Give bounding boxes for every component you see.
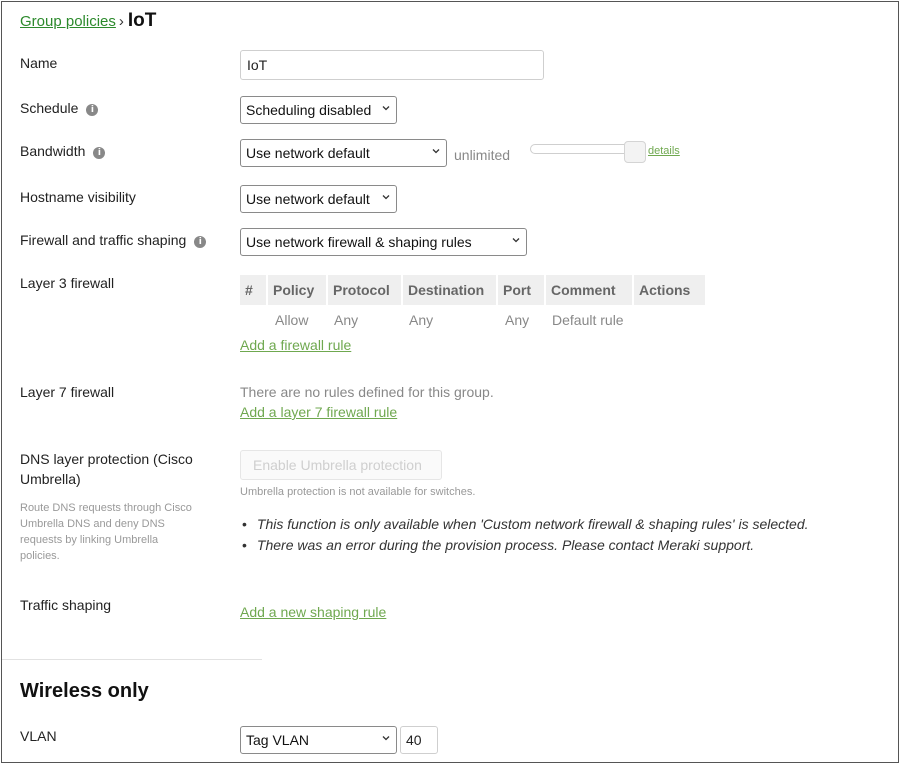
- schedule-label: Schedule: [20, 100, 79, 116]
- hostname-visibility-select[interactable]: Use network default: [240, 185, 397, 213]
- add-shaping-rule-link[interactable]: Add a new shaping rule: [240, 604, 386, 620]
- info-icon[interactable]: i: [86, 104, 99, 116]
- col-header-comment: Comment: [546, 275, 632, 305]
- dns-bullet-text: There was an error during the provision …: [256, 537, 755, 553]
- info-icon[interactable]: i: [194, 236, 207, 248]
- dns-protection-label-line1: DNS layer protection (Cisco: [20, 451, 193, 467]
- bandwidth-details-link[interactable]: details: [648, 145, 680, 157]
- cell-comment: Default rule: [552, 312, 624, 328]
- bandwidth-selected: Use network default: [246, 145, 370, 161]
- cell-port: Any: [505, 312, 530, 328]
- bandwidth-select[interactable]: Use network default: [240, 139, 447, 167]
- dns-bullet-text: This function is only available when 'Cu…: [256, 516, 809, 532]
- layer7-empty-text: There are no rules defined for this grou…: [240, 384, 494, 400]
- vlan-selected: Tag VLAN: [246, 732, 310, 748]
- chevron-down-icon: [382, 106, 390, 111]
- vlan-id-input[interactable]: [400, 726, 438, 754]
- cell-policy: Allow: [275, 312, 309, 328]
- dns-help-line: requests by linking Umbrella: [20, 534, 159, 546]
- enable-umbrella-button[interactable]: Enable Umbrella protection: [240, 450, 442, 480]
- col-header-protocol: Protocol: [328, 275, 401, 305]
- firewall-shaping-select[interactable]: Use network firewall & shaping rules: [240, 228, 527, 256]
- col-header-destination: Destination: [403, 275, 496, 305]
- chevron-down-icon: [512, 238, 520, 243]
- col-header-port: Port: [498, 275, 544, 305]
- schedule-label-row: Schedule i: [20, 100, 99, 116]
- col-header-number: #: [240, 275, 266, 305]
- dns-help-line: Umbrella DNS and deny DNS: [20, 518, 165, 530]
- breadcrumb-group-policies-link[interactable]: Group policies: [20, 13, 116, 30]
- traffic-shaping-label: Traffic shaping: [20, 597, 112, 613]
- firewall-shaping-label-row: Firewall and traffic shaping i: [20, 232, 207, 248]
- cell-protocol: Any: [334, 312, 359, 328]
- add-firewall-rule-link[interactable]: Add a firewall rule: [240, 337, 351, 353]
- dns-help-text: Route DNS requests through Cisco Umbrell…: [20, 500, 192, 564]
- dns-protection-label-line2: Umbrella): [20, 471, 81, 487]
- bandwidth-label: Bandwidth: [20, 143, 86, 159]
- dns-help-line: policies.: [20, 550, 60, 562]
- chevron-down-icon: [382, 736, 390, 741]
- group-policy-page: Group policies›IoT Name Schedule i Schedu…: [1, 1, 899, 763]
- section-divider: [2, 659, 262, 660]
- bandwidth-limit-text: unlimited: [454, 147, 511, 163]
- vlan-label: VLAN: [20, 728, 57, 744]
- hostname-visibility-selected: Use network default: [246, 191, 370, 207]
- bandwidth-label-row: Bandwidth i: [20, 143, 106, 159]
- dns-help-line: Route DNS requests through Cisco: [20, 502, 192, 514]
- schedule-selected: Scheduling disabled: [246, 102, 372, 118]
- bandwidth-slider-handle[interactable]: [624, 141, 646, 163]
- col-header-policy: Policy: [268, 275, 326, 305]
- dns-bullet-item: • There was an error during the provision…: [242, 537, 755, 553]
- chevron-down-icon: [432, 149, 440, 154]
- breadcrumb-separator: ›: [118, 13, 124, 30]
- hostname-visibility-label: Hostname visibility: [20, 189, 136, 205]
- umbrella-note: Umbrella protection is not available for…: [240, 486, 476, 498]
- schedule-select[interactable]: Scheduling disabled: [240, 96, 397, 124]
- name-input[interactable]: [240, 50, 544, 80]
- layer3-firewall-label: Layer 3 firewall: [20, 275, 115, 291]
- col-header-actions: Actions: [634, 275, 705, 305]
- info-icon[interactable]: i: [93, 147, 106, 159]
- vlan-select[interactable]: Tag VLAN: [240, 726, 397, 754]
- wireless-section-title: Wireless only: [20, 680, 149, 702]
- layer7-firewall-label: Layer 7 firewall: [20, 384, 115, 400]
- cell-destination: Any: [409, 312, 434, 328]
- firewall-shaping-selected: Use network firewall & shaping rules: [246, 234, 472, 250]
- page-title: IoT: [127, 10, 157, 31]
- bandwidth-slider-track[interactable]: [530, 144, 634, 154]
- dns-bullet-item: • This function is only available when 'C…: [242, 516, 809, 532]
- chevron-down-icon: [382, 195, 390, 200]
- name-label: Name: [20, 55, 58, 71]
- add-layer7-rule-link[interactable]: Add a layer 7 firewall rule: [240, 404, 397, 420]
- firewall-shaping-label: Firewall and traffic shaping: [20, 232, 187, 248]
- breadcrumb: Group policies › IoT: [20, 10, 156, 32]
